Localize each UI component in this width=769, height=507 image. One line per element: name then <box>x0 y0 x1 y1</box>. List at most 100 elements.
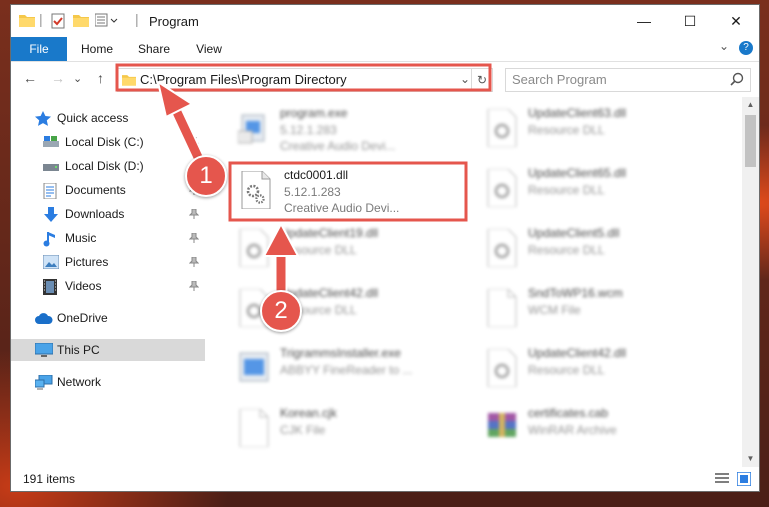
file-name: UpdateClient19.dll <box>280 226 379 240</box>
file-name: program.exe <box>280 106 348 120</box>
nav-item-documents[interactable]: Documents <box>11 179 205 201</box>
address-dropdown-button[interactable]: ⌄ <box>460 72 470 86</box>
properties-icon[interactable] <box>51 13 65 32</box>
address-path[interactable]: C:\Program Files\Program Directory <box>140 72 347 87</box>
file-type: ABBYY FineReader to ... <box>280 363 413 377</box>
exe-icon <box>237 109 270 148</box>
expand-ribbon-button[interactable]: ⌄ <box>719 39 729 53</box>
pin-icon[interactable] <box>188 280 200 294</box>
file-item[interactable]: UpdateClient42.dll Resource DLL <box>476 343 716 399</box>
search-box[interactable]: Search Program <box>505 68 751 92</box>
refresh-button[interactable]: ↻ <box>471 69 492 91</box>
address-bar[interactable]: C:\Program Files\Program Directory ⌄ ↻ <box>117 68 493 92</box>
scroll-down-icon[interactable]: ▼ <box>742 451 759 467</box>
nav-item-label: Local Disk (D:) <box>65 159 144 173</box>
nav-item-label: Documents <box>65 183 126 197</box>
file-name: UpdateClient65.dll <box>528 166 627 180</box>
nav-item-label: Downloads <box>65 207 125 221</box>
step-1-badge: 1 <box>185 155 227 197</box>
file-name: SndToWP16.wcm <box>528 286 623 300</box>
nav-item-music[interactable]: Music <box>11 227 205 249</box>
search-input[interactable]: Search Program <box>512 72 607 87</box>
nav-item-local-disk-c[interactable]: Local Disk (C:) <box>11 131 205 153</box>
nav-item-quick-access[interactable]: Quick access <box>11 107 205 129</box>
file-item[interactable]: SndToWP16.wcm WCM File <box>476 283 716 339</box>
tab-file[interactable]: File <box>11 37 67 61</box>
file-item[interactable]: UpdateClient63.dll Resource DLL <box>476 103 716 159</box>
file-description: Creative Audio Devi... <box>284 201 400 215</box>
file-name: certificates.cab <box>528 406 609 420</box>
nav-item-label: This PC <box>57 343 100 357</box>
nav-item-network[interactable]: Network <box>11 371 205 393</box>
dll-icon <box>238 228 270 270</box>
file-item-highlighted[interactable]: ctdc0001.dll 5.12.1.283 Creative Audio D… <box>232 165 472 221</box>
file-item[interactable]: Korean.cjk CJK File <box>228 403 468 459</box>
navigation-pane: Quick access Local Disk (C:) Local Disk … <box>11 97 205 467</box>
step-2-badge: 2 <box>260 290 302 332</box>
documents-icon <box>43 182 57 202</box>
file-explorer-window: | | Program — ☐ ✕ File Home Share View ⌄… <box>10 4 760 492</box>
file-icon <box>486 288 518 330</box>
file-item[interactable]: program.exe 5.12.1.283 Creative Audio De… <box>228 103 468 159</box>
help-button[interactable]: ? <box>739 41 753 55</box>
nav-item-this-pc[interactable]: This PC <box>11 339 205 361</box>
folder-icon[interactable] <box>19 13 35 30</box>
file-type: Resource DLL <box>280 243 357 257</box>
installer-icon <box>238 349 270 388</box>
separator-icon: | <box>135 11 139 27</box>
vertical-scrollbar[interactable]: ▲ ▼ <box>742 97 759 467</box>
nav-item-videos[interactable]: Videos <box>11 275 205 297</box>
title-bar: | | Program — ☐ ✕ <box>11 5 759 37</box>
file-version: 5.12.1.283 <box>284 185 341 199</box>
drive-icon <box>43 161 59 175</box>
pin-icon[interactable] <box>188 232 200 246</box>
file-item[interactable]: UpdateClient5.dll Resource DLL <box>476 223 716 279</box>
nav-item-pictures[interactable]: Pictures <box>11 251 205 273</box>
file-item[interactable]: TrigrammsInstaller.exe ABBYY FineReader … <box>228 343 468 399</box>
pin-icon[interactable] <box>188 136 200 150</box>
file-name: UpdateClient63.dll <box>528 106 627 120</box>
file-item[interactable]: UpdateClient19.dll Resource DLL <box>228 223 468 279</box>
pin-icon[interactable] <box>188 256 200 270</box>
ribbon-tabs: File Home Share View ⌄ ? <box>11 37 759 62</box>
computer-icon <box>34 342 54 361</box>
nav-item-label: Quick access <box>57 111 129 125</box>
up-button[interactable]: ↑ <box>97 70 104 86</box>
back-button[interactable]: ← <box>23 70 37 86</box>
large-icons-view-icon[interactable] <box>736 471 752 489</box>
customize-toolbar-icon[interactable] <box>94 13 119 30</box>
new-folder-icon[interactable] <box>73 13 89 30</box>
nav-item-label: Music <box>65 231 97 245</box>
minimize-button[interactable]: — <box>621 5 667 37</box>
tab-view[interactable]: View <box>187 37 231 61</box>
search-icon[interactable] <box>730 72 744 89</box>
nav-item-label: Pictures <box>65 255 109 269</box>
file-item[interactable]: UpdateClient65.dll Resource DLL <box>476 163 716 219</box>
file-item[interactable]: certificates.cab WinRAR Archive <box>476 403 716 459</box>
file-type: WinRAR Archive <box>528 423 617 437</box>
file-type: WCM File <box>528 303 581 317</box>
nav-item-downloads[interactable]: Downloads <box>11 203 205 225</box>
tab-home[interactable]: Home <box>73 37 121 61</box>
recent-locations-button[interactable]: ⌄ <box>73 72 82 85</box>
scroll-thumb[interactable] <box>745 115 756 167</box>
nav-item-onedrive[interactable]: OneDrive <box>11 307 205 329</box>
close-button[interactable]: ✕ <box>713 5 759 37</box>
tab-share[interactable]: Share <box>131 37 177 61</box>
details-view-icon[interactable] <box>715 472 729 489</box>
nav-item-local-disk-d[interactable]: Local Disk (D:) <box>11 155 205 177</box>
scroll-up-icon[interactable]: ▲ <box>742 97 759 113</box>
maximize-button[interactable]: ☐ <box>667 5 713 37</box>
nav-item-label: Network <box>57 375 102 389</box>
pin-icon[interactable] <box>188 208 200 222</box>
folder-icon <box>122 73 136 89</box>
drive-icon <box>43 135 59 152</box>
cloud-icon <box>35 313 53 327</box>
file-type: Resource DLL <box>528 183 605 197</box>
file-icon <box>238 408 270 450</box>
item-count: 191 items <box>23 472 76 486</box>
nav-item-label: Videos <box>65 279 102 293</box>
forward-button[interactable]: → <box>51 70 65 86</box>
status-bar: 191 items <box>11 467 759 491</box>
separator-icon: | <box>39 11 43 27</box>
